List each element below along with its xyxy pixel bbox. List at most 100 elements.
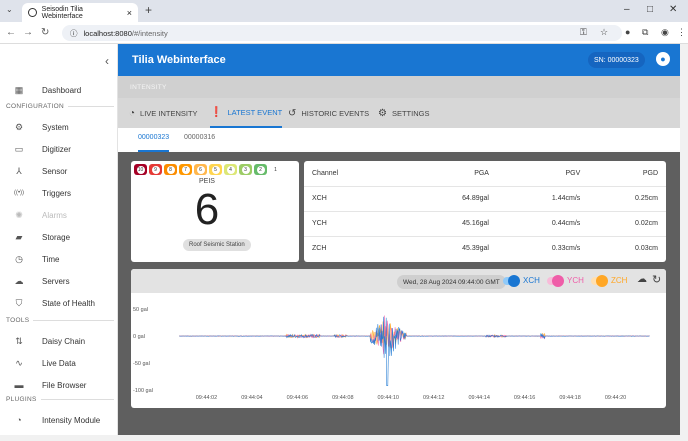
profile-icon[interactable]: ◉: [661, 27, 669, 38]
table-cell: 64.89gal: [409, 186, 497, 212]
extensions-puzzle-icon[interactable]: ⧉: [642, 27, 648, 38]
sidebar-item-label: Intensity Module: [42, 415, 101, 425]
browser-menu-icon[interactable]: ⋮: [677, 27, 686, 38]
intensity-level: 9: [149, 164, 162, 175]
column-header: PGA: [409, 161, 497, 187]
gear-icon: ⚙: [14, 121, 24, 132]
bookmark-star-icon[interactable]: ☆: [600, 27, 608, 38]
sidebar-item-servers[interactable]: ☁ Servers: [0, 272, 118, 290]
sidebar-item-file-browser[interactable]: ▬ File Browser: [0, 376, 118, 394]
refresh-icon[interactable]: ↻: [652, 273, 661, 286]
y-tick-label: -100 gal: [133, 388, 153, 394]
account-icon[interactable]: ●: [656, 52, 670, 66]
sidebar-item-time[interactable]: ◷ Time: [0, 250, 118, 268]
sidebar-item-storage[interactable]: ▰ Storage: [0, 228, 118, 246]
intensity-level-label: 8: [166, 165, 175, 174]
sidebar-item-daisy-chain[interactable]: ⇅ Daisy Chain: [0, 332, 118, 350]
section-plugins: PLUGINS: [6, 396, 114, 403]
x-tick-label: 09:44:12: [423, 395, 444, 401]
sidebar-item-dashboard[interactable]: ▦ Dashboard: [0, 81, 118, 99]
cloud-download-icon[interactable]: ☁: [637, 274, 647, 285]
reload-icon[interactable]: ↻: [41, 27, 49, 38]
station-tab[interactable]: 00000323: [138, 134, 170, 152]
minimize-icon[interactable]: –: [624, 4, 630, 15]
url-host: localhost:8080: [83, 28, 132, 38]
tab-historic-events[interactable]: ↺ HISTORIC EVENTS: [288, 98, 369, 128]
y-tick-label: 50 gal: [133, 307, 148, 313]
tab-settings[interactable]: ⚙ SETTINGS: [378, 98, 429, 128]
intensity-level: 3: [239, 164, 252, 175]
daisy-chain-icon: ⇅: [15, 335, 23, 346]
sidebar-item-sensor[interactable]: ⅄ Sensor: [0, 162, 118, 180]
table-cell: ZCH: [312, 245, 327, 253]
gauge-icon: ◔: [129, 107, 136, 119]
x-tick-label: 09:44:02: [196, 395, 217, 401]
address-bar-row: ← → ↻ ⓘ localhost:8080/#/intensity ⚿ ☆ ●…: [0, 22, 688, 44]
table-row: ZCH 45.39gal 0.33cm/s 0.03cm: [304, 236, 666, 261]
storage-icon: ▰: [15, 231, 23, 242]
table-cell: 1.44cm/s: [496, 186, 589, 212]
sidebar-item-label: Dashboard: [42, 85, 82, 95]
tab-label: SETTINGS: [391, 108, 430, 118]
sidebar-item-triggers[interactable]: ((•)) Triggers: [0, 184, 118, 202]
sidebar-item-state-of-health[interactable]: ⛉ State of Health: [0, 294, 118, 312]
station-tab[interactable]: 00000316: [184, 134, 215, 152]
series-line-zch: [179, 321, 650, 349]
ych-toggle-label: YCH: [567, 276, 584, 285]
sidebar-item-label: Storage: [42, 232, 71, 242]
browser-tab[interactable]: Seisodin Tilia Webinterface ×: [22, 3, 138, 22]
gear-icon: ⚙: [378, 107, 387, 119]
zch-toggle[interactable]: [591, 275, 608, 287]
tab-latest-event[interactable]: ❗ LATEST EVENT: [210, 98, 283, 128]
new-tab-icon[interactable]: +: [145, 3, 152, 17]
forward-icon[interactable]: →: [23, 27, 33, 38]
alert-icon: ❗: [210, 106, 223, 118]
sidebar-item-intensity-module[interactable]: ◔ Intensity Module: [0, 411, 118, 429]
horizontal-scrollbar[interactable]: [0, 435, 680, 441]
x-tick-label: 09:44:20: [605, 395, 626, 401]
password-key-icon[interactable]: ⚿: [580, 27, 587, 38]
tab-label: LIVE INTENSITY: [140, 108, 198, 118]
tab-label: LATEST EVENT: [227, 107, 283, 117]
sidebar-item-digitizer[interactable]: ▭ Digitizer: [0, 140, 118, 158]
extension-icon[interactable]: ●: [625, 27, 630, 37]
close-tab-icon[interactable]: ×: [127, 8, 132, 18]
waveform-chart: 50 gal 0 gal -50 gal -100 gal 09:44:02 09:44:…: [133, 307, 650, 401]
ground-motion-table: Channel PGA PGV PGD XCH 64.89gal 1.44cm/…: [304, 161, 666, 262]
x-tick-label: 09:44:16: [514, 395, 535, 401]
intensity-level-label: 10: [136, 165, 145, 174]
ych-toggle[interactable]: [547, 275, 564, 287]
collapse-sidebar-icon[interactable]: ‹: [105, 54, 109, 68]
table-cell: XCH: [304, 186, 410, 212]
sidebar-item-label: Time: [42, 254, 60, 264]
back-icon[interactable]: ←: [6, 27, 16, 38]
peis-label: PEIS: [199, 178, 215, 185]
tab-menu-chevron-icon[interactable]: ⌄: [6, 5, 13, 14]
x-tick-label: 09:44:10: [378, 395, 399, 401]
tab-label: HISTORIC EVENTS: [301, 108, 370, 118]
sidebar-item-system[interactable]: ⚙ System: [0, 118, 118, 136]
table-row: YCH 45.16gal 0.44cm/s 0.02cm: [304, 211, 666, 237]
section-configuration: CONFIGURATION: [6, 103, 114, 110]
y-tick-label: 0 gal: [133, 334, 145, 340]
history-icon: ↺: [288, 107, 297, 119]
x-tick-label: 09:44:08: [332, 395, 353, 401]
url-input[interactable]: ⓘ localhost:8080/#/intensity: [62, 25, 622, 41]
serial-number-badge: SN: 00000323: [588, 52, 645, 68]
sidebar-item-live-data[interactable]: ∿ Live Data: [0, 354, 118, 372]
column-header: Channel: [304, 161, 410, 187]
close-window-icon[interactable]: ✕: [669, 4, 677, 15]
maximize-icon[interactable]: □: [647, 4, 653, 15]
sidebar-item-label: Live Data: [42, 358, 76, 368]
xch-toggle[interactable]: [503, 275, 520, 287]
intensity-level-label: 4: [226, 165, 235, 174]
zch-toggle-label: ZCH: [611, 276, 628, 285]
intensity-level: 10: [134, 164, 147, 175]
x-tick-label: 09:44:18: [559, 395, 580, 401]
vertical-scrollbar[interactable]: [680, 44, 688, 441]
site-info-icon[interactable]: ⓘ: [70, 28, 78, 39]
intensity-level-label: 6: [196, 165, 205, 174]
sidebar-item-label: Servers: [42, 276, 70, 286]
tab-live-intensity[interactable]: ◔ LIVE INTENSITY: [129, 98, 198, 128]
section-tools: TOOLS: [6, 317, 114, 324]
